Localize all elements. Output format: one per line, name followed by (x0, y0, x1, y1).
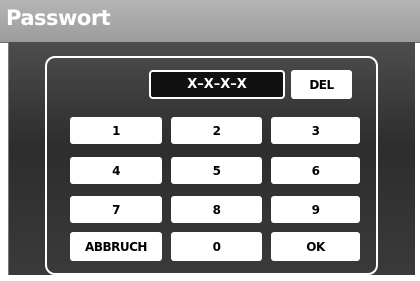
key-7-button[interactable]: 7 (70, 196, 162, 223)
key-9-button[interactable]: 9 (271, 196, 360, 223)
ok-button[interactable]: OK (271, 232, 360, 261)
password-display[interactable]: X–X–X–X (149, 70, 285, 99)
key-4-button[interactable]: 4 (70, 157, 162, 184)
key-5-button[interactable]: 5 (171, 157, 262, 184)
password-dialog: Passwort X–X–X–X DEL 1 2 3 4 5 6 7 8 9 A… (0, 0, 420, 281)
key-1-button[interactable]: 1 (70, 117, 162, 144)
title-bar: Passwort (0, 0, 420, 43)
cancel-button[interactable]: ABBRUCH (70, 232, 162, 261)
window-title: Passwort (6, 6, 111, 30)
key-3-button[interactable]: 3 (271, 117, 360, 144)
key-2-button[interactable]: 2 (171, 117, 262, 144)
delete-button[interactable]: DEL (291, 70, 352, 99)
key-0-button[interactable]: 0 (171, 232, 262, 261)
key-8-button[interactable]: 8 (171, 196, 262, 223)
key-6-button[interactable]: 6 (271, 157, 360, 184)
